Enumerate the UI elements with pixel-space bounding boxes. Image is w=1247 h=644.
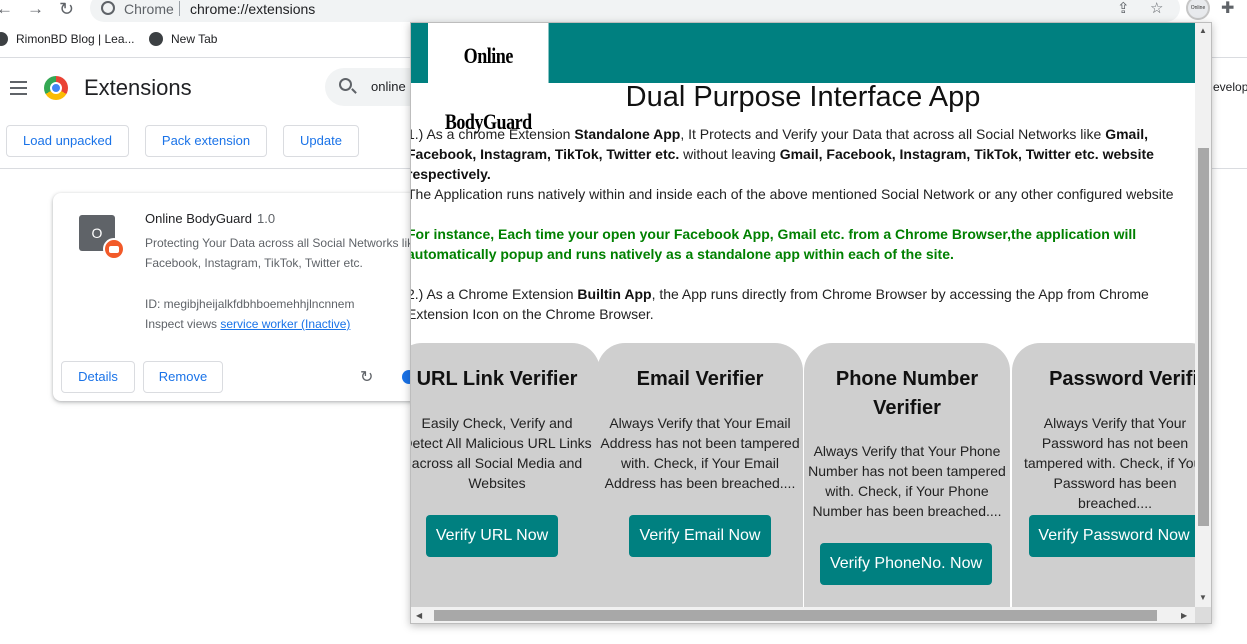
builtin-paragraph: 2.) As a Chrome Extension Builtin App, t… <box>411 284 1195 324</box>
vertical-scroll-thumb[interactable] <box>1198 148 1209 526</box>
reload-extension-icon[interactable]: ↻ <box>360 367 373 387</box>
phone-verifier-card: Phone Number Verifier Always Verify that… <box>804 343 1010 607</box>
share-icon[interactable]: ⇪ <box>1117 0 1130 18</box>
extension-card: O Online BodyGuard 1.0 Protecting Your D… <box>53 193 423 401</box>
search-value: online <box>371 79 406 94</box>
scroll-up-icon[interactable]: ▲ <box>1199 26 1207 35</box>
verify-password-button[interactable]: Verify Password Now <box>1029 515 1195 557</box>
globe-icon <box>149 32 163 46</box>
pack-extension-button[interactable]: Pack extension <box>145 125 267 157</box>
scroll-right-icon[interactable]: ▶ <box>1181 611 1187 620</box>
load-unpacked-button[interactable]: Load unpacked <box>6 125 129 157</box>
back-icon[interactable]: ← <box>0 0 13 18</box>
verify-phone-button[interactable]: Verify PhoneNo. Now <box>820 543 992 585</box>
details-button[interactable]: Details <box>61 361 135 393</box>
para1-bold-standalone: Standalone App <box>574 126 681 142</box>
vertical-scrollbar[interactable]: ▲ ▼ <box>1195 23 1211 607</box>
verify-url-button[interactable]: Verify URL Now <box>426 515 558 557</box>
service-worker-link[interactable]: service worker (Inactive) <box>220 317 350 331</box>
extension-version: 1.0 <box>257 211 276 226</box>
extension-id: ID: megibjheijalkfdbhboemehhjlncnnem <box>145 297 355 311</box>
update-button[interactable]: Update <box>283 125 359 157</box>
para1-middle: , It Protects and Verify your Data that … <box>680 126 1106 142</box>
inspect-views: Inspect views service worker (Inactive) <box>145 317 350 331</box>
popup-content: Online BodyGuard Dual Purpose Interface … <box>411 23 1195 607</box>
scroll-left-icon[interactable]: ◀ <box>416 611 422 620</box>
popup-banner: Online BodyGuard <box>411 23 1195 134</box>
para4-prefix: 2.) As a Chrome Extension <box>411 286 578 302</box>
bookmark-label: RimonBD Blog | Lea... <box>16 32 135 46</box>
scrollbar-corner <box>1195 607 1211 623</box>
verifier-description: Always Verify that Your Phone Number has… <box>808 443 1006 519</box>
search-icon <box>339 78 352 91</box>
remove-button[interactable]: Remove <box>143 361 223 393</box>
reload-icon[interactable]: ↻ <box>59 0 74 18</box>
chrome-logo-icon <box>44 76 68 100</box>
bookmark-favicon-icon <box>0 32 8 46</box>
forward-icon[interactable]: → <box>27 0 44 18</box>
para1-prefix: 1.) As a chrome Extension <box>411 126 575 142</box>
verifier-title: Email Verifier <box>636 368 764 390</box>
bookmark-label: New Tab <box>171 32 218 46</box>
scroll-down-icon[interactable]: ▼ <box>1199 593 1207 602</box>
omnibox-url[interactable]: chrome://extensions <box>190 1 315 17</box>
horizontal-scrollbar[interactable]: ◀ ▶ <box>411 607 1195 623</box>
inspect-views-label: Inspect views <box>145 317 218 331</box>
browser-toolbar: ← → ↻ Chrome chrome://extensions ⇪ ☆ Onl… <box>0 0 1247 22</box>
verify-email-button[interactable]: Verify Email Now <box>629 515 771 557</box>
chrome-site-icon <box>101 1 115 15</box>
omnibox-separator <box>179 1 180 16</box>
email-verifier-card: Email Verifier Always Verify that Your E… <box>597 343 803 607</box>
omnibox-chrome-label: Chrome <box>124 1 174 17</box>
verifier-description: Always Verify that Your Email Address ha… <box>600 415 800 491</box>
standalone-paragraph: 1.) As a chrome Extension Standalone App… <box>411 124 1195 184</box>
bookmark-star-icon[interactable]: ☆ <box>1150 0 1163 18</box>
bookmark-rimonbd[interactable]: RimonBD Blog | Lea... <box>0 32 135 46</box>
verifier-title: URL Link Verifier <box>416 368 578 390</box>
extensions-puzzle-icon[interactable]: ✚ <box>1221 0 1234 18</box>
online-bodyguard-logo: Online BodyGuard <box>428 23 549 134</box>
para1-middle-2: without leaving <box>679 146 780 162</box>
developer-mode-label: eveloper <box>1213 80 1247 94</box>
verifier-description: Easily Check, Verify and Detect All Mali… <box>411 415 592 491</box>
popup-title: Dual Purpose Interface App <box>625 81 981 113</box>
extension-profile-icon[interactable]: Online BodyGuard <box>1186 0 1210 20</box>
extension-name: Online BodyGuard <box>145 211 252 226</box>
bookmark-new-tab[interactable]: New Tab <box>149 32 217 46</box>
url-verifier-card: URL Link Verifier Easily Check, Verify a… <box>411 343 600 607</box>
extension-popup: Online BodyGuard Dual Purpose Interface … <box>410 22 1212 624</box>
password-verifier-card: Password Verifier Always Verify that You… <box>1012 343 1195 607</box>
record-badge-icon <box>103 238 125 260</box>
verifier-title: Phone Number Verifier <box>835 368 979 419</box>
verifier-description: Always Verify that Your Password has not… <box>1023 415 1195 511</box>
extension-description: Protecting Your Data across all Social N… <box>145 236 420 270</box>
verifier-title: Password Verifier <box>1049 368 1195 390</box>
instance-paragraph: For instance, Each time your open your F… <box>411 226 1137 262</box>
horizontal-scroll-thumb[interactable] <box>434 610 1157 621</box>
page-title: Extensions <box>84 75 192 100</box>
menu-icon[interactable] <box>10 81 27 99</box>
para4-bold-builtin: Builtin App <box>577 286 652 302</box>
native-paragraph: The Application runs natively within and… <box>411 186 1174 202</box>
